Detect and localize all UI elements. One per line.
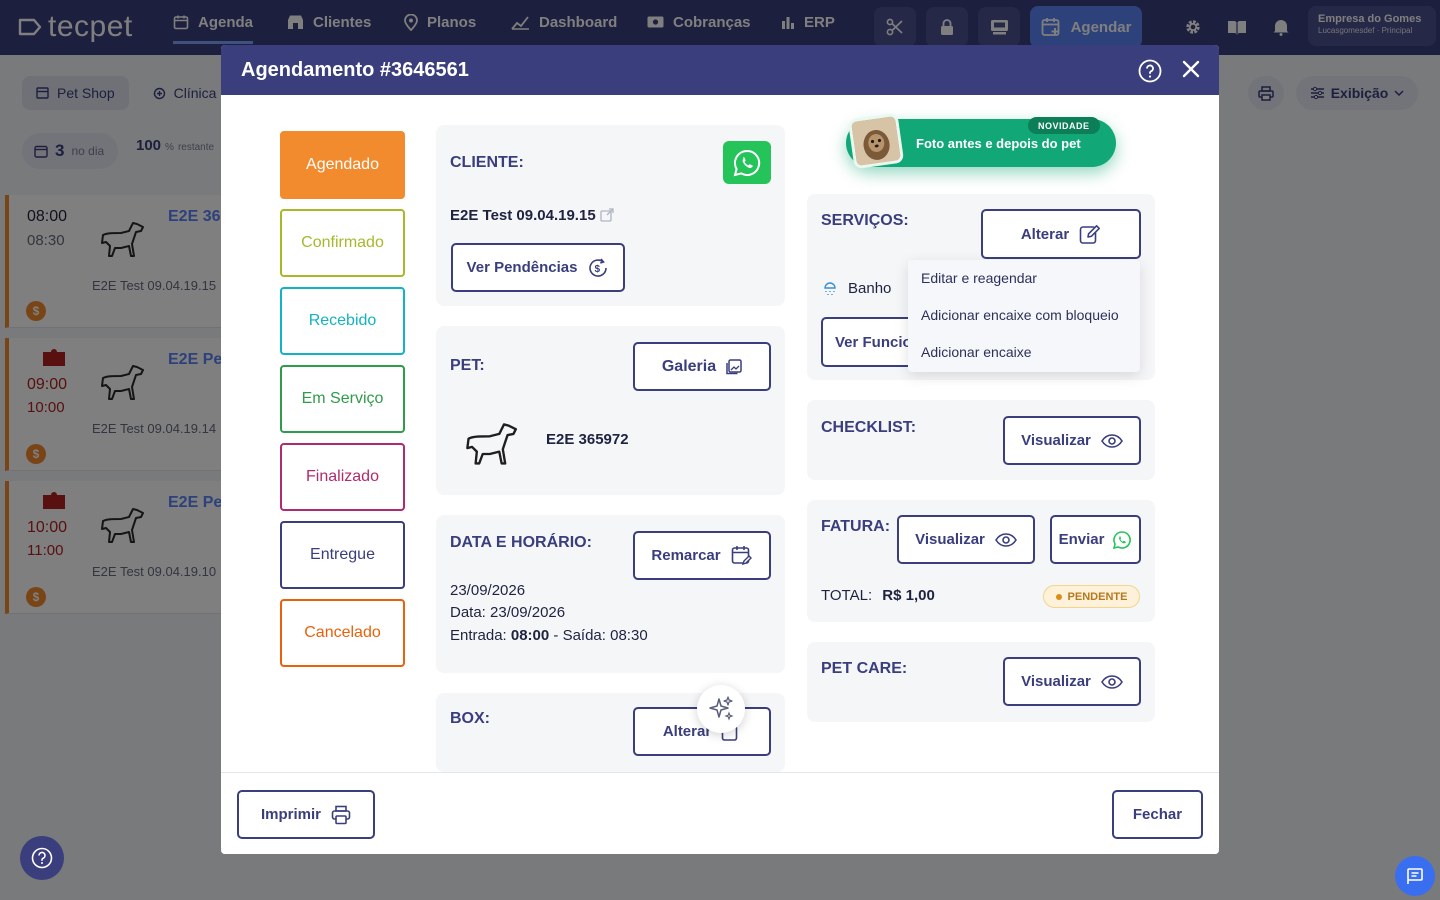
client-name: E2E Test 09.04.19.15 [450,207,596,224]
flag-icon [1407,868,1423,884]
modal-header: Agendamento #3646561 [221,45,1219,95]
imprimir-button[interactable]: Imprimir [237,790,375,839]
menu-item-encaixe-bloqueio[interactable]: Adicionar encaixe com bloqueio [921,307,1119,323]
appointment-modal: Agendamento #3646561 Agendado Confirmado… [221,45,1219,854]
fechar-label: Fechar [1132,806,1183,823]
petcare-visualizar-label: Visualizar [1021,673,1091,690]
dog-icon [466,423,517,465]
services-title: SERVIÇOS: [821,212,909,229]
ver-pendencias-button[interactable]: Ver Pendências $ [451,243,625,292]
ai-assistant-button[interactable] [697,685,745,733]
invoice-total: TOTAL: R$ 1,00 [821,587,935,604]
services-alterar-menu: Editar e reagendar Adicionar encaixe com… [908,260,1140,372]
total-label: TOTAL: [821,587,873,604]
help-fab-button[interactable] [20,836,64,880]
whatsapp-icon [1113,530,1132,549]
checklist-visualizar-button[interactable]: Visualizar [1003,416,1141,465]
date-line: Data: 23/09/2026 [450,604,566,621]
galeria-button[interactable]: Galeria [633,342,771,391]
invoice-visualizar-label: Visualizar [915,531,985,548]
pet-title: PET: [450,357,485,374]
feedback-fab-button[interactable] [1395,856,1435,896]
status-agendado-button[interactable]: Agendado [280,131,405,199]
sparkle-icon [709,696,734,721]
close-icon[interactable] [1180,58,1202,80]
pet-photo [847,112,905,170]
menu-item-editar-reagendar[interactable]: Editar e reagendar [921,270,1037,286]
saida-time: 08:30 [610,627,648,644]
date-title: DATA E HORÁRIO: [450,534,592,551]
status-cancelado-button[interactable]: Cancelado [280,599,405,667]
invoice-enviar-button[interactable]: Enviar [1050,515,1141,564]
imprimir-label: Imprimir [260,806,321,823]
petcare-visualizar-button[interactable]: Visualizar [1003,657,1141,706]
time-line: Entrada: 08:00 - Saída: 08:30 [450,627,648,644]
question-circle-icon [31,847,53,869]
invoice-visualizar-button[interactable]: Visualizar [897,515,1035,564]
entrada-time: 08:00 [510,627,550,644]
invoice-enviar-label: Enviar [1058,531,1105,548]
services-alterar-label: Alterar [1020,225,1070,243]
status-recebido-button[interactable]: Recebido [280,287,405,355]
client-title: CLIENTE: [450,154,524,171]
shower-icon [824,282,836,295]
external-link-icon[interactable] [600,208,614,222]
eye-icon [1100,433,1123,448]
dog-photo-icon [851,116,901,166]
eye-icon [994,532,1017,547]
fechar-button[interactable]: Fechar [1112,790,1203,839]
saida-label: - Saída: [549,627,611,644]
pet-name: E2E 365972 [546,431,629,448]
status-finalizado-button[interactable]: Finalizado [280,443,405,511]
whatsapp-icon [733,149,761,176]
gallery-icon [726,358,742,374]
checklist-title: CHECKLIST: [821,419,917,436]
printer-icon [331,805,351,824]
invoice-title: FATURA: [821,518,891,535]
status-confirmado-button[interactable]: Confirmado [280,209,405,277]
money-refresh-icon: $ [589,257,608,277]
question-circle-icon[interactable] [1138,59,1162,83]
status-em-servico-button[interactable]: Em Serviço [280,365,405,433]
total-value: R$ 1,00 [882,587,935,604]
calendar-edit-icon [731,545,752,565]
date-value: 23/09/2026 [450,582,526,599]
eye-icon [1100,674,1123,689]
edit-icon [1079,225,1101,244]
modal-footer: Imprimir Fechar [221,772,1219,854]
svg-text:$: $ [595,264,601,275]
remarcar-button[interactable]: Remarcar [633,531,771,580]
menu-item-adicionar-encaixe[interactable]: Adicionar encaixe [921,344,1032,360]
promo-banner[interactable]: NOVIDADE Foto antes e depois do pet [846,112,1116,170]
status-entregue-button[interactable]: Entregue [280,521,405,589]
entrada-label: Entrada: [450,627,511,644]
status-dot [1055,593,1062,600]
service-name: Banho [848,280,892,297]
novidade-badge: NOVIDADE [1028,117,1100,134]
promo-text: Foto antes e depois do pet [916,136,1081,151]
invoice-status-label: PENDENTE [1067,590,1128,603]
remarcar-label: Remarcar [651,547,721,564]
galeria-label: Galeria [661,357,717,375]
box-title: BOX: [450,710,490,727]
services-alterar-button[interactable]: Alterar [981,209,1141,259]
invoice-status-badge: PENDENTE [1043,585,1140,608]
whatsapp-button[interactable] [723,141,771,184]
petcare-title: PET CARE: [821,660,908,677]
ver-pendencias-label: Ver Pendências [466,259,578,276]
checklist-visualizar-label: Visualizar [1021,432,1091,449]
modal-title: Agendamento #3646561 [241,58,469,81]
